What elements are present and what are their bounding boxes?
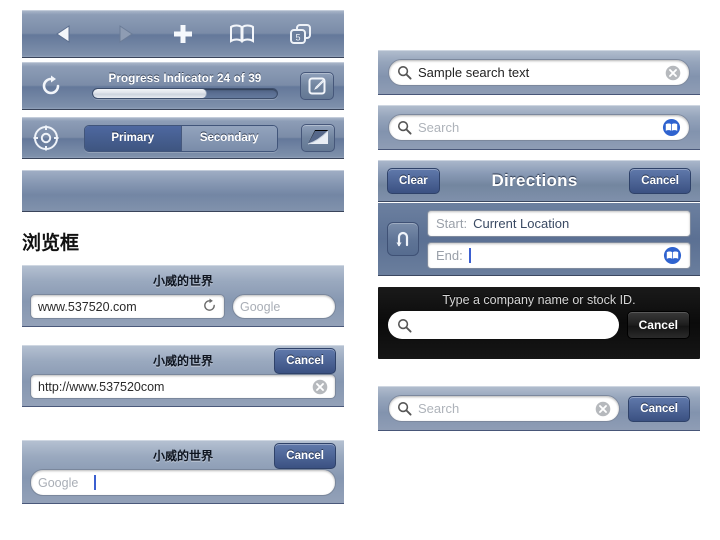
bookmarks-book-icon[interactable]	[663, 246, 682, 265]
start-input[interactable]: Start: Current Location	[427, 209, 691, 237]
directions-title: Directions	[491, 171, 578, 190]
stock-search-hint: Type a company name or stock ID.	[442, 293, 636, 307]
swap-uturn-icon[interactable]	[387, 222, 419, 256]
search-input-value: Sample search text	[418, 65, 530, 80]
browse-box-title: 小威的世界	[152, 449, 213, 463]
end-input[interactable]: End:	[427, 241, 691, 269]
plus-icon[interactable]	[164, 18, 202, 50]
progress-indicator: Progress Indicator 24 of 39	[70, 73, 300, 99]
directions-toolbar: Clear Directions Cancel	[378, 160, 700, 202]
search-bar-with-text: Sample search text	[378, 50, 700, 95]
compose-icon[interactable]	[300, 72, 334, 100]
segmented-toolbar: Primary Secondary	[22, 117, 344, 159]
start-label: Start:	[436, 215, 468, 231]
search-magnifier-icon	[397, 65, 412, 80]
directions-fields-panel: Start: Current Location End:	[378, 203, 700, 276]
search-bar-with-bookmark: Search	[378, 105, 700, 150]
url-input-value: http://www.537520com	[38, 379, 165, 394]
browse-box-title-row: 小威的世界 Cancel	[30, 442, 336, 469]
refresh-icon[interactable]	[32, 70, 70, 102]
search-input-placeholder: Search	[418, 120, 460, 135]
cancel-button[interactable]: Cancel	[626, 311, 690, 339]
browse-box-title: 小威的世界	[152, 274, 213, 288]
progress-track	[92, 88, 278, 99]
page-title: 浏览框	[22, 232, 80, 254]
start-value: Current Location	[473, 215, 570, 231]
search-input[interactable]: Search	[388, 395, 621, 422]
browse-box-editing-search: 小威的世界 Cancel Google	[22, 440, 344, 504]
search-input[interactable]: Sample search text	[388, 59, 690, 86]
back-arrow-icon[interactable]	[46, 18, 84, 50]
progress-toolbar: Progress Indicator 24 of 39	[22, 62, 344, 110]
clear-circle-icon[interactable]	[665, 65, 681, 81]
directions-inputs: Start: Current Location End:	[427, 209, 691, 269]
forward-arrow-icon[interactable]	[105, 18, 143, 50]
empty-toolbar	[22, 170, 344, 212]
stock-search-input[interactable]	[388, 311, 619, 339]
cancel-button[interactable]: Cancel	[274, 347, 336, 374]
crosshair-locate-icon[interactable]	[31, 123, 61, 153]
progress-label: Progress Indicator 24 of 39	[108, 73, 262, 85]
url-input-value: www.537520.com	[38, 299, 137, 314]
browse-box-title-row: 小威的世界	[30, 270, 336, 291]
segment-secondary[interactable]: Secondary	[180, 125, 277, 151]
browse-box-url-and-search: 小威的世界 www.537520.com Google	[22, 265, 344, 327]
text-caret	[468, 247, 471, 263]
browse-box-fields: Google	[30, 469, 336, 496]
browse-box-fields: www.537520.com Google	[30, 294, 336, 319]
google-search-input[interactable]: Google	[232, 294, 336, 319]
segment-primary[interactable]: Primary	[85, 125, 181, 151]
search-magnifier-icon	[397, 401, 412, 416]
pages-badge-count: 5	[295, 32, 300, 42]
pages-icon[interactable]: 5	[282, 18, 320, 50]
google-search-placeholder: Google	[240, 299, 281, 314]
clear-circle-icon[interactable]	[312, 379, 328, 395]
browser-nav-toolbar: 5	[22, 10, 344, 58]
url-input[interactable]: www.537520.com	[30, 294, 225, 319]
stock-search-bar: Type a company name or stock ID. Cancel	[378, 287, 700, 359]
search-input[interactable]: Search	[388, 114, 690, 141]
browse-box-editing-url: 小威的世界 Cancel http://www.537520com	[22, 345, 344, 407]
search-bar-with-cancel: Search Cancel	[378, 386, 700, 431]
clear-circle-icon[interactable]	[595, 401, 611, 417]
reload-icon[interactable]	[202, 297, 217, 316]
bookmarks-book-icon[interactable]	[223, 18, 261, 50]
text-caret	[94, 475, 97, 490]
browse-box-title: 小威的世界	[152, 354, 213, 368]
cancel-button[interactable]: Cancel	[274, 442, 336, 469]
google-search-placeholder: Google	[38, 475, 79, 490]
search-magnifier-icon	[397, 318, 412, 333]
cancel-button[interactable]: Cancel	[628, 395, 690, 422]
stock-search-row: Cancel	[388, 311, 690, 339]
progress-fill	[93, 89, 208, 98]
clear-button[interactable]: Clear	[387, 168, 440, 194]
search-input-placeholder: Search	[418, 401, 460, 416]
screenshot-canvas: 5 Progress Indicator 24 of 39 Primary Se…	[0, 0, 720, 540]
segmented-control: Primary Secondary	[84, 124, 278, 152]
end-label: End:	[436, 247, 463, 263]
google-search-input[interactable]: Google	[30, 469, 336, 496]
page-curl-icon[interactable]	[301, 124, 335, 152]
bookmarks-book-icon[interactable]	[662, 118, 681, 137]
browse-box-title-row: 小威的世界 Cancel	[30, 347, 336, 374]
cancel-button[interactable]: Cancel	[629, 168, 691, 194]
browse-box-fields: http://www.537520com	[30, 374, 336, 399]
search-magnifier-icon	[397, 120, 412, 135]
url-input[interactable]: http://www.537520com	[30, 374, 336, 399]
